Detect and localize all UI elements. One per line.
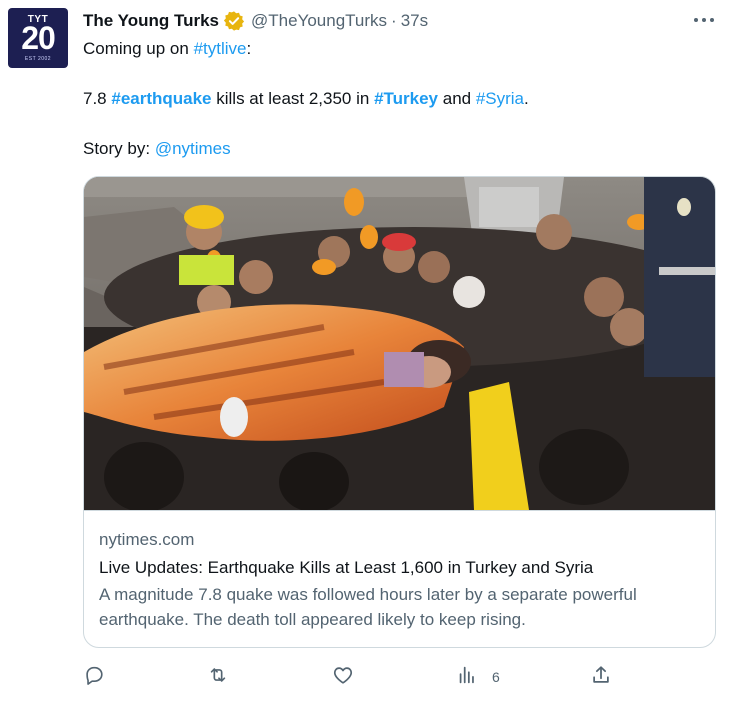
tweet-text: :: [246, 39, 252, 58]
tweet-text: .: [524, 89, 529, 108]
header-separator: ·: [391, 11, 397, 30]
views-chart-icon: [456, 664, 478, 691]
share-icon: [590, 664, 612, 691]
tweet-timestamp[interactable]: 37s: [401, 11, 428, 31]
hashtag-earthquake[interactable]: #earthquake: [111, 89, 211, 108]
tweet-text-line-2: 7.8 #earthquake kills at least 2,350 in …: [83, 87, 529, 111]
tweet-text: kills at least 2,350 in: [211, 89, 375, 108]
card-title: Live Updates: Earthquake Kills at Least …: [99, 558, 594, 577]
avatar[interactable]: TYT 20 EST 2002: [8, 8, 68, 68]
reply-icon: [83, 664, 105, 691]
tweet-text: and: [438, 89, 476, 108]
like-button[interactable]: [332, 662, 354, 692]
card-photo[interactable]: [84, 177, 715, 510]
mention-nytimes[interactable]: @nytimes: [155, 139, 231, 158]
tweet-text: Coming up on: [83, 39, 194, 58]
avatar-bottom-text: EST 2002: [24, 56, 52, 62]
verified-badge-icon: [223, 10, 245, 32]
share-button[interactable]: [590, 662, 612, 692]
action-bar: 6: [83, 662, 716, 692]
retweet-icon: [207, 664, 229, 691]
hashtag-tytlive[interactable]: #tytlive: [194, 39, 247, 58]
avatar-number: 20: [21, 20, 56, 56]
retweet-button[interactable]: [207, 662, 229, 692]
hashtag-turkey[interactable]: #Turkey: [374, 89, 438, 108]
card-domain: nytimes.com: [99, 530, 195, 549]
reply-button[interactable]: [83, 662, 105, 692]
hashtag-syria[interactable]: #Syria: [476, 89, 524, 108]
tweet-header: The Young Turks @TheYoungTurks · 37s: [83, 9, 428, 33]
tweet-text: Story by:: [83, 139, 155, 158]
tweet-text: 7.8: [83, 89, 112, 108]
more-options-icon[interactable]: [690, 10, 718, 30]
card-text-area[interactable]: nytimes.com Live Updates: Earthquake Kil…: [84, 510, 715, 647]
views-count: 6: [492, 669, 500, 685]
tweet-text-line-3: Story by: @nytimes: [83, 137, 231, 161]
heart-icon: [332, 664, 354, 691]
link-card[interactable]: nytimes.com Live Updates: Earthquake Kil…: [83, 176, 716, 648]
author-name[interactable]: The Young Turks: [83, 11, 219, 31]
tweet-text-line-1: Coming up on #tytlive:: [83, 37, 251, 61]
tweet[interactable]: TYT 20 EST 2002 The Young Turks @TheYoun…: [0, 0, 730, 702]
card-description: A magnitude 7.8 quake was followed hours…: [99, 585, 637, 629]
views-button[interactable]: 6: [456, 662, 500, 692]
author-handle[interactable]: @TheYoungTurks: [251, 11, 387, 31]
